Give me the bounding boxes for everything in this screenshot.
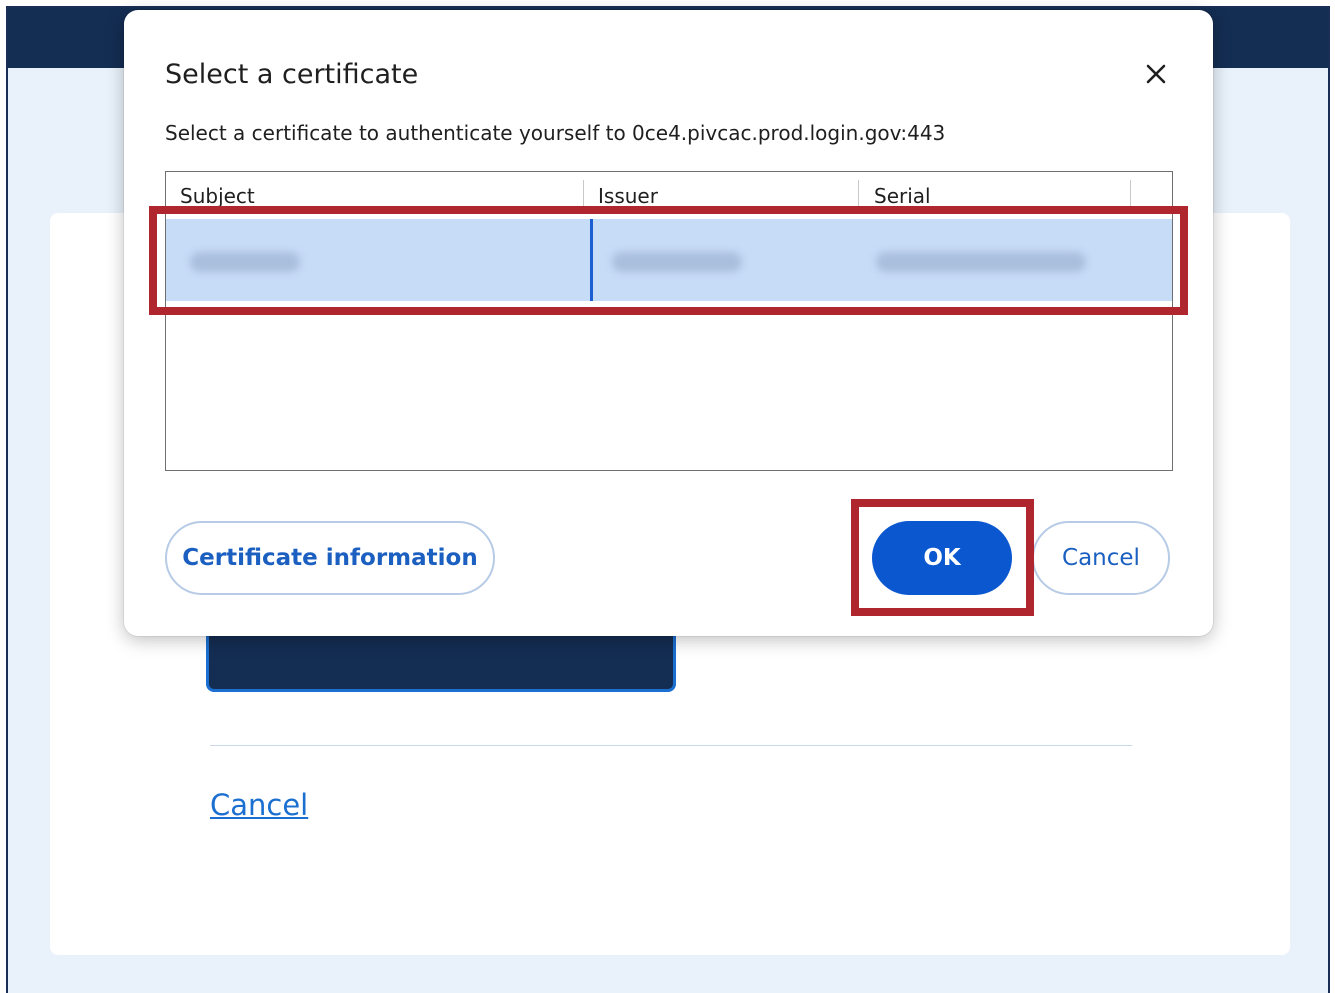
section-divider [210,745,1132,746]
close-button[interactable] [1136,54,1176,94]
annotation-highlight-row [149,206,1188,315]
certificate-information-button[interactable]: Certificate information [165,521,495,595]
close-icon [1146,64,1166,84]
column-header-serial[interactable]: Serial [874,184,931,208]
dialog-title: Select a certificate [165,59,419,90]
cancel-button[interactable]: Cancel [1032,521,1170,595]
dialog-subtitle: Select a certificate to authenticate you… [165,121,946,145]
annotation-highlight-ok [851,499,1034,616]
column-separator[interactable] [583,180,584,206]
column-separator[interactable] [1130,180,1131,206]
column-header-issuer[interactable]: Issuer [598,184,658,208]
page-cancel-link[interactable]: Cancel [210,788,308,822]
column-separator[interactable] [858,180,859,206]
column-header-subject[interactable]: Subject [180,184,255,208]
